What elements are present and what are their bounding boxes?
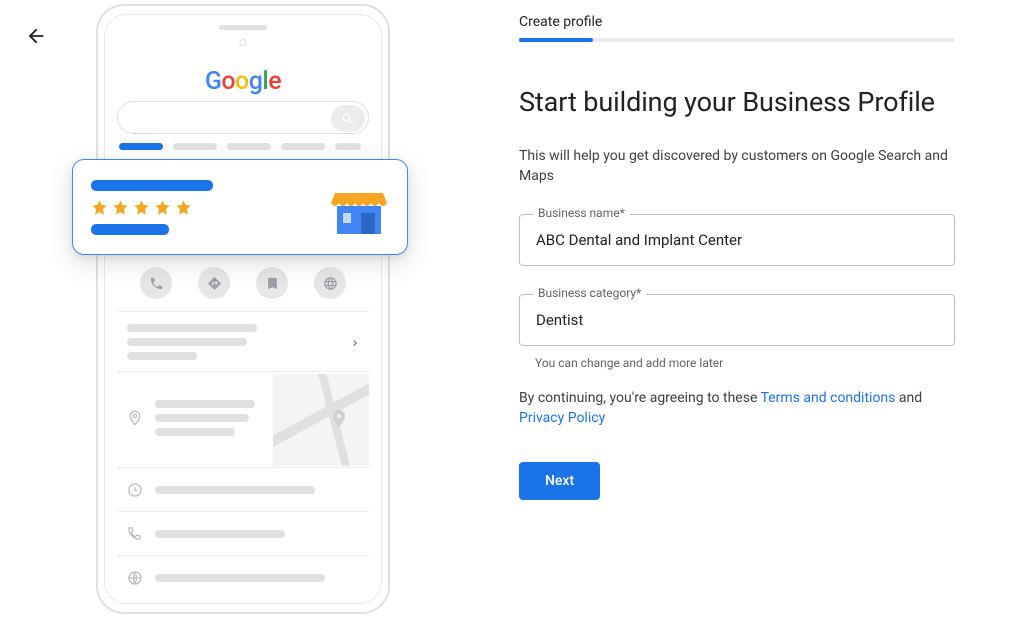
phone-row (117, 511, 369, 555)
clock-icon (127, 482, 143, 498)
star-icon (91, 199, 108, 216)
privacy-link[interactable]: Privacy Policy (519, 410, 605, 426)
storefront-icon (329, 179, 389, 235)
step-label: Create profile (519, 14, 955, 30)
business-name-field: Business name* (519, 214, 955, 266)
phone-frame: Google (96, 4, 390, 614)
search-button (331, 105, 365, 132)
illustration-panel: Google (0, 0, 495, 630)
website-row (117, 555, 369, 599)
business-category-input[interactable] (519, 294, 955, 346)
page-subtitle: This will help you get discovered by cus… (519, 146, 955, 186)
globe-icon (323, 276, 338, 291)
business-preview-card (72, 159, 408, 255)
map-section (117, 371, 369, 467)
tab-row (119, 143, 367, 150)
progress-bar (519, 38, 955, 42)
camera-icon (240, 39, 247, 46)
star-icon (112, 199, 129, 216)
action-buttons-row (105, 267, 381, 299)
business-category-field: Business category* (519, 294, 955, 346)
pin-icon (127, 410, 143, 426)
business-name-label: Business name* (533, 206, 630, 220)
next-button[interactable]: Next (519, 462, 600, 500)
speaker-icon (219, 25, 267, 30)
hours-row (117, 467, 369, 511)
page-title: Start building your Business Profile (519, 86, 955, 118)
directions-icon (207, 276, 222, 291)
globe-outline-icon (127, 570, 143, 586)
google-logo: Google (105, 67, 381, 96)
form-panel: Create profile Start building your Busin… (495, 0, 1015, 630)
business-category-label: Business category* (533, 286, 646, 300)
search-icon (341, 112, 355, 126)
business-name-input[interactable] (519, 214, 955, 266)
star-icon (175, 199, 192, 216)
terms-link[interactable]: Terms and conditions (761, 390, 896, 406)
terms-text: By continuing, you're agreeing to these … (519, 388, 955, 428)
phone-icon (149, 276, 164, 291)
star-icon (133, 199, 150, 216)
star-icon (154, 199, 171, 216)
search-bar (117, 101, 369, 134)
bookmark-icon (265, 276, 280, 291)
map-thumbnail (273, 374, 369, 466)
rating-stars (91, 199, 213, 216)
phone-outline-icon (127, 526, 142, 541)
category-hint: You can change and add more later (535, 356, 955, 370)
chevron-right-icon (349, 337, 361, 349)
info-section (117, 311, 369, 371)
